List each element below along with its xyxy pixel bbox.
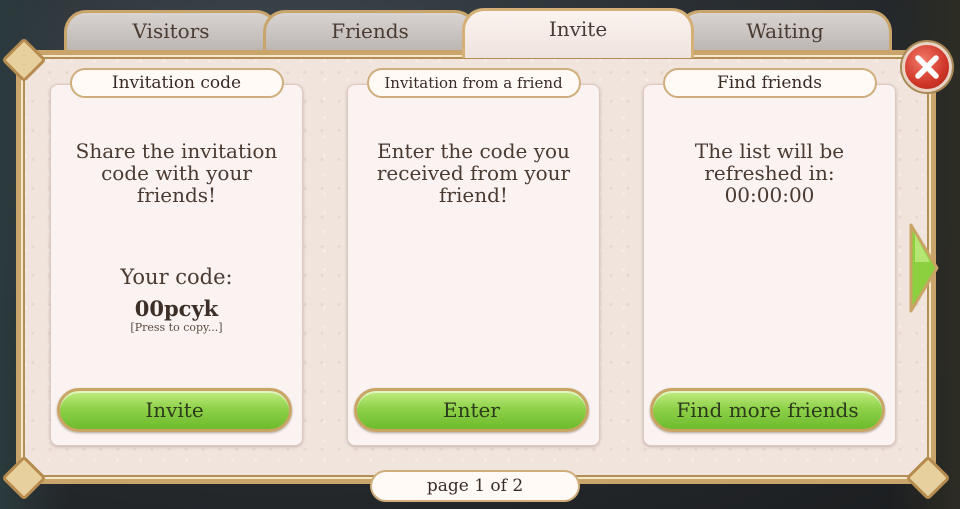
enter-button[interactable]: Enter xyxy=(354,388,589,432)
find-friends-panel: Find friends The list will be refreshed … xyxy=(643,68,896,446)
enter-button-label: Enter xyxy=(443,398,500,422)
close-icon xyxy=(915,55,939,79)
pagination-text: page 1 of 2 xyxy=(426,476,524,496)
copy-hint[interactable]: [Press to copy...] xyxy=(51,321,302,334)
close-button[interactable] xyxy=(902,42,952,92)
panel-header-label: Find friends xyxy=(717,73,822,93)
find-more-friends-button[interactable]: Find more friends xyxy=(650,388,885,432)
panel-header-label: Invitation from a friend xyxy=(384,74,563,92)
panel-description: The list will be refreshed in: xyxy=(694,139,845,185)
panel-header: Invitation code xyxy=(69,68,284,98)
invitation-from-friend-panel: Invitation from a friend Enter the code … xyxy=(347,68,600,446)
panel-header: Find friends xyxy=(662,68,877,98)
panel-header-label: Invitation code xyxy=(111,73,242,93)
refresh-timer: 00:00:00 xyxy=(724,183,815,207)
invite-button[interactable]: Invite xyxy=(57,388,292,432)
code-label: Your code: xyxy=(120,265,233,289)
panel-header: Invitation from a friend xyxy=(366,68,581,98)
arrow-right-icon xyxy=(909,223,939,313)
tab-label: Friends xyxy=(331,19,409,43)
tab-invite[interactable]: Invite xyxy=(462,8,694,58)
tab-label: Waiting xyxy=(746,19,824,43)
pagination-indicator: page 1 of 2 xyxy=(370,470,580,502)
invitation-code-value[interactable]: 00pcyk xyxy=(51,296,302,321)
tab-label: Visitors xyxy=(132,19,210,43)
panel-description: Enter the code you received from your fr… xyxy=(376,139,571,207)
find-more-friends-button-label: Find more friends xyxy=(676,398,859,422)
tab-label: Invite xyxy=(548,17,608,41)
invite-button-label: Invite xyxy=(145,398,204,422)
invitation-code-panel: Invitation code Share the invitation cod… xyxy=(50,68,303,446)
panel-description: Share the invitation code with your frie… xyxy=(75,139,278,207)
next-page-button[interactable] xyxy=(908,222,940,314)
